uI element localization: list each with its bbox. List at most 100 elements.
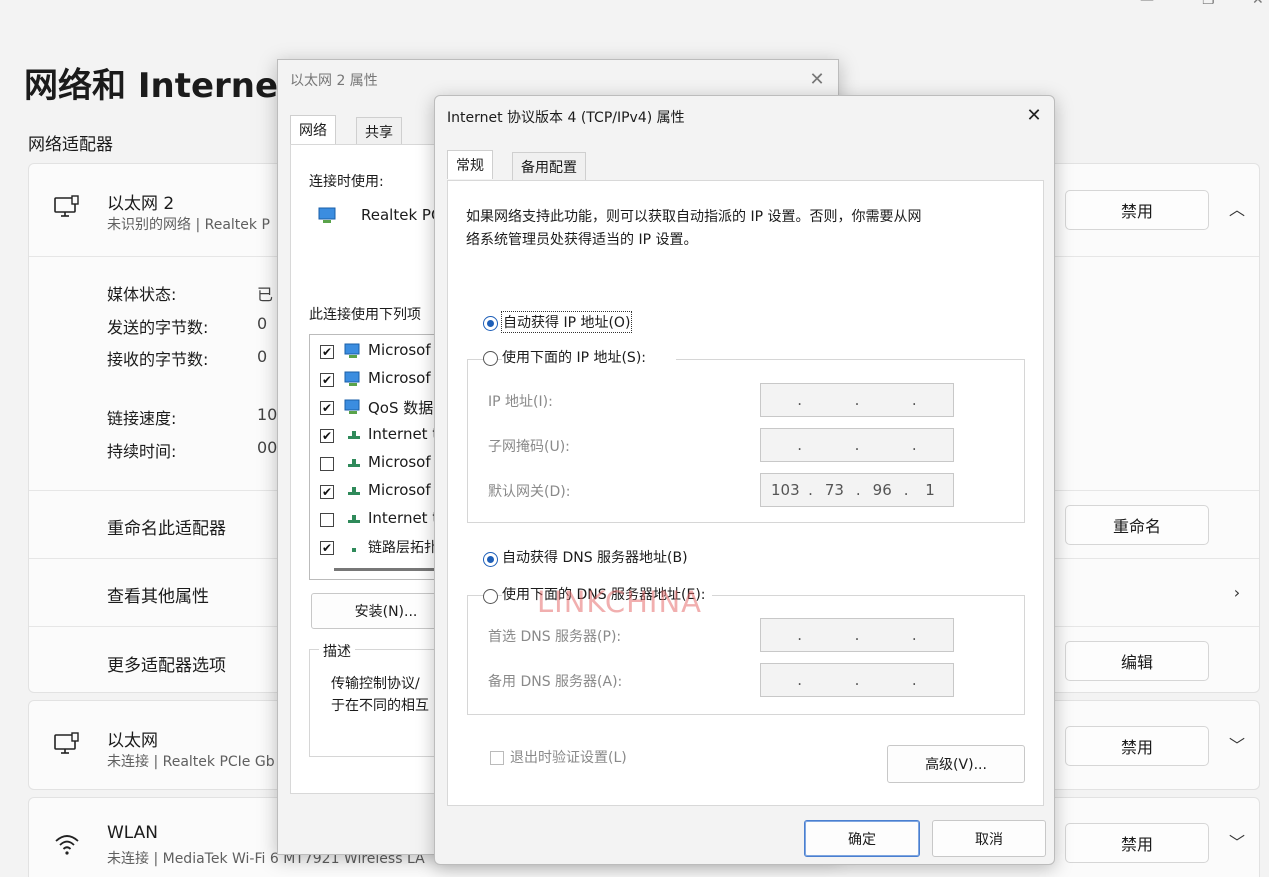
protocol-icon: [348, 459, 360, 467]
preferred-dns-input: ...: [760, 618, 954, 652]
protocol-icon: [348, 515, 360, 523]
ethernet-icon: [54, 195, 79, 217]
ipv4-properties-dialog: Internet 协议版本 4 (TCP/IPv4) 属性 ✕ 常规 备用配置 …: [434, 95, 1055, 865]
close-window-icon[interactable]: ✕: [1252, 0, 1264, 8]
dialog-title: 以太网 2 属性: [290, 73, 378, 89]
intro-text: 络系统管理员处获得适当的 IP 设置。: [466, 232, 698, 248]
prop-value: 已: [257, 285, 274, 304]
component-name: Internet t: [368, 509, 439, 527]
protocol-icon: [348, 487, 360, 495]
network-service-icon: [344, 399, 360, 414]
checkbox[interactable]: [320, 513, 334, 527]
cancel-button[interactable]: 取消: [932, 820, 1046, 857]
edit-button[interactable]: 编辑: [1065, 641, 1209, 681]
wifi-icon: [55, 835, 79, 855]
component-name: Microsof: [368, 341, 431, 359]
description-title: 描述: [319, 641, 355, 661]
checkbox[interactable]: ✔: [320, 373, 334, 387]
ok-button[interactable]: 确定: [804, 820, 920, 857]
default-gateway-input: 103. 73. 96. 1: [760, 473, 954, 507]
disable-button[interactable]: 禁用: [1065, 823, 1209, 863]
items-label: 此连接使用下列项: [309, 307, 421, 323]
dialog-title: Internet 协议版本 4 (TCP/IPv4) 属性: [447, 110, 685, 126]
component-name: 链路层拓扑: [368, 540, 438, 556]
checkbox[interactable]: ✔: [320, 345, 334, 359]
general-tab-panel: 如果网络支持此功能，则可以获取自动指派的 IP 设置。否则，你需要从网 络系统管…: [447, 180, 1044, 806]
auto-ip-radio[interactable]: [483, 316, 498, 331]
minimize-icon[interactable]: —: [1140, 0, 1154, 8]
page-title: 网络和 Internet: [24, 66, 295, 106]
checkbox[interactable]: [320, 457, 334, 471]
intro-text: 如果网络支持此功能，则可以获取自动指派的 IP 设置。否则，你需要从网: [466, 209, 922, 225]
more-adapter-options-label: 更多适配器选项: [107, 656, 226, 676]
ethernet-icon: [54, 732, 79, 754]
subnet-mask-input: ...: [760, 428, 954, 462]
checkbox[interactable]: ✔: [320, 429, 334, 443]
adapter-subtitle: 未连接 | Realtek PCIe Gb: [107, 754, 275, 770]
default-gateway-label: 默认网关(D):: [488, 484, 571, 500]
chevron-right-icon[interactable]: ›: [1225, 581, 1249, 605]
component-name: QoS 数据: [368, 399, 434, 417]
ip-address-input: ...: [760, 383, 954, 417]
view-more-properties-row[interactable]: 查看其他属性: [107, 582, 209, 607]
adapter-name: 以太网 2: [107, 194, 175, 214]
ip-address-label: IP 地址(I):: [488, 394, 553, 410]
manual-ip-label[interactable]: 使用下面的 IP 地址(S):: [502, 347, 676, 367]
manual-ip-radio[interactable]: [483, 351, 498, 366]
checkbox[interactable]: ✔: [320, 541, 334, 555]
tab-alternate-config[interactable]: 备用配置: [512, 152, 586, 181]
description-text: 于在不同的相互: [331, 698, 429, 714]
prop-label: 持续时间:: [107, 442, 177, 461]
chevron-down-icon[interactable]: ﹀: [1225, 831, 1249, 855]
preferred-dns-label: 首选 DNS 服务器(P):: [488, 629, 622, 645]
tab-sharing[interactable]: 共享: [356, 117, 402, 146]
component-name: Microsof: [368, 481, 431, 499]
adapter-subtitle: 未识别的网络 | Realtek P: [107, 217, 270, 233]
horizontal-scrollbar[interactable]: [334, 568, 444, 571]
close-icon[interactable]: ✕: [1022, 104, 1046, 128]
adapter-name: WLAN: [107, 823, 159, 843]
chevron-up-icon[interactable]: ︿: [1225, 198, 1249, 222]
component-name: Microsof: [368, 453, 431, 471]
chevron-down-icon[interactable]: ﹀: [1225, 734, 1249, 758]
prop-label: 链接速度:: [107, 409, 177, 428]
validate-on-exit-checkbox: [490, 751, 504, 765]
prop-value: 00: [257, 438, 278, 457]
checkbox[interactable]: ✔: [320, 485, 334, 499]
restore-icon[interactable]: ❐: [1202, 0, 1215, 8]
advanced-button[interactable]: 高级(V)...: [887, 745, 1025, 783]
alternate-dns-input: ...: [760, 663, 954, 697]
adapter-name-text: Realtek PC: [361, 206, 442, 224]
auto-dns-label[interactable]: 自动获得 DNS 服务器地址(B): [502, 547, 688, 567]
connect-using-label: 连接时使用:: [309, 174, 384, 190]
validate-on-exit-label: 退出时验证设置(L): [510, 750, 627, 766]
description-text: 传输控制协议/: [331, 676, 420, 692]
section-title: 网络适配器: [28, 135, 113, 155]
auto-dns-radio[interactable]: [483, 552, 498, 567]
subnet-mask-label: 子网掩码(U):: [488, 439, 570, 455]
components-list[interactable]: ✔ Microsof ✔ Microsof ✔ QoS 数据 ✔ Interne…: [309, 334, 449, 580]
prop-value: 0: [257, 314, 268, 333]
manual-dns-radio[interactable]: [483, 589, 498, 604]
checkbox[interactable]: ✔: [320, 401, 334, 415]
rename-adapter-label: 重命名此适配器: [107, 519, 226, 539]
tab-general[interactable]: 常规: [447, 150, 493, 179]
network-client-icon: [344, 343, 360, 358]
prop-label: 媒体状态:: [107, 285, 177, 304]
prop-label: 接收的字节数:: [107, 350, 209, 369]
close-icon[interactable]: ✕: [805, 68, 829, 92]
watermark: LINKCHINA: [537, 585, 702, 619]
disable-button[interactable]: 禁用: [1065, 726, 1209, 766]
disable-button[interactable]: 禁用: [1065, 190, 1209, 230]
rename-button[interactable]: 重命名: [1065, 505, 1209, 545]
protocol-icon: [348, 431, 360, 439]
alternate-dns-label: 备用 DNS 服务器(A):: [488, 674, 623, 690]
auto-ip-label[interactable]: 自动获得 IP 地址(O): [500, 311, 633, 333]
component-name: Internet t: [368, 425, 439, 443]
network-adapter-icon: [318, 207, 336, 223]
tab-network[interactable]: 网络: [290, 115, 336, 144]
adapter-name: 以太网: [107, 731, 158, 751]
prop-value: 0: [257, 347, 268, 366]
component-name: Microsof: [368, 369, 431, 387]
prop-label: 发送的字节数:: [107, 318, 209, 337]
